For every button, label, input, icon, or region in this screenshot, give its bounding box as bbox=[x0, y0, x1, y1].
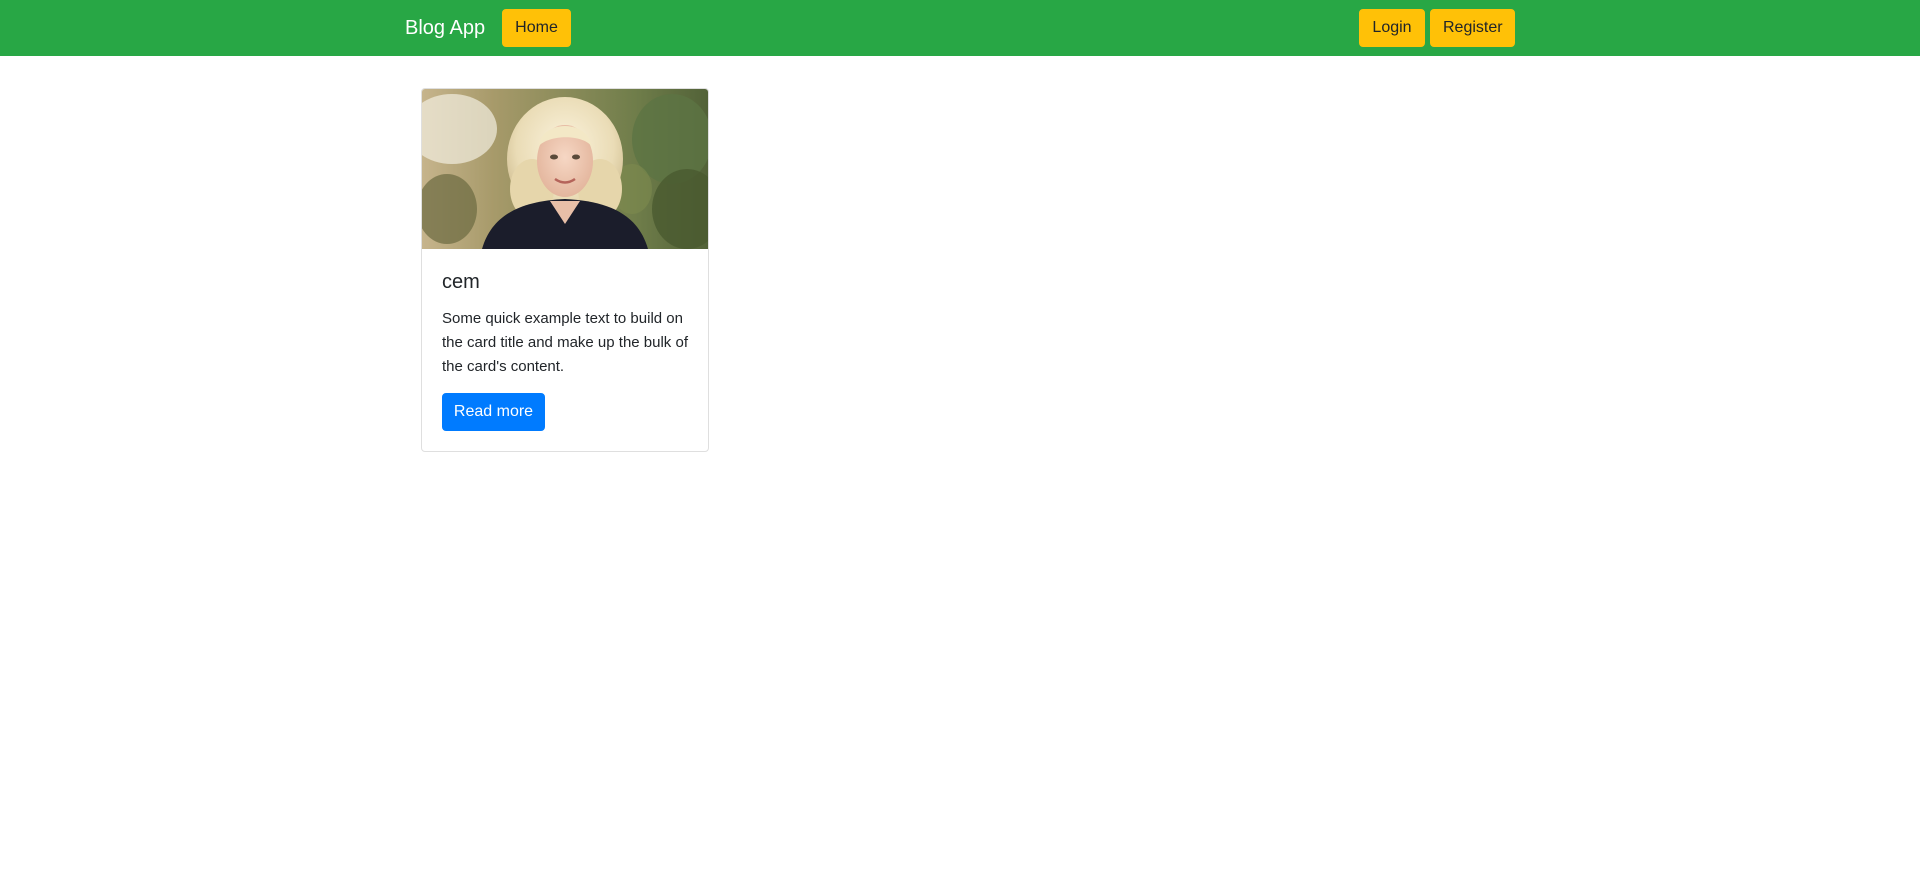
home-button[interactable]: Home bbox=[502, 9, 571, 47]
register-button[interactable]: Register bbox=[1430, 9, 1515, 47]
top-navbar: Blog App Home Login Register bbox=[0, 0, 1920, 56]
post-card: cem Some quick example text to build on … bbox=[421, 88, 709, 452]
brand-link[interactable]: Blog App bbox=[405, 15, 485, 41]
post-title: cem bbox=[442, 271, 480, 293]
post-card-image bbox=[422, 89, 708, 249]
post-excerpt: Some quick example text to build on the … bbox=[442, 310, 688, 375]
login-button[interactable]: Login bbox=[1359, 9, 1425, 47]
read-more-button[interactable]: Read more bbox=[442, 393, 545, 431]
